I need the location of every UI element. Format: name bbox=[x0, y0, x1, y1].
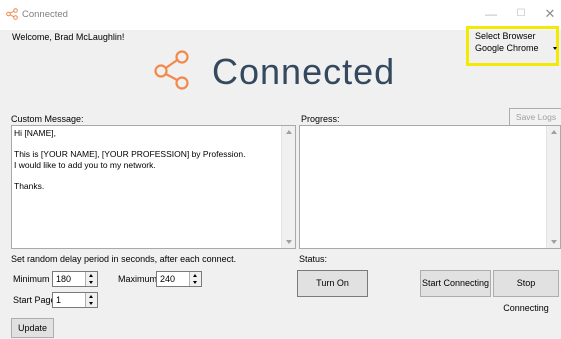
scroll-up-icon[interactable] bbox=[551, 130, 557, 134]
spinner-up-icon[interactable] bbox=[89, 274, 93, 277]
scroll-up-icon[interactable] bbox=[286, 130, 292, 134]
progress-textarea[interactable] bbox=[299, 125, 561, 249]
custom-message-textarea[interactable]: Hi [NAME], This is [YOUR NAME], [YOUR PR… bbox=[11, 125, 296, 249]
progress-label: Progress: bbox=[301, 114, 340, 124]
spinner-down-icon[interactable] bbox=[193, 281, 197, 284]
minimize-icon[interactable]: — bbox=[482, 6, 500, 22]
spinner-up-icon[interactable] bbox=[193, 274, 197, 277]
delay-label: Set random delay period in seconds, afte… bbox=[11, 254, 237, 264]
custom-message-text[interactable]: Hi [NAME], This is [YOUR NAME], [YOUR PR… bbox=[14, 128, 245, 191]
logo-text: Connected bbox=[212, 51, 396, 92]
maximum-spinner-buttons[interactable] bbox=[189, 272, 201, 286]
welcome-text: Welcome, Brad McLaughlin! bbox=[12, 32, 125, 42]
start-page-label: Start Page bbox=[13, 295, 56, 305]
stop-connecting-button[interactable]: Stop Connecting bbox=[493, 270, 559, 313]
close-icon[interactable]: ✕ bbox=[541, 6, 559, 22]
minimum-spinner-buttons[interactable] bbox=[85, 272, 97, 286]
maximize-icon[interactable]: ☐ bbox=[512, 6, 530, 22]
start-page-spinner-buttons[interactable] bbox=[85, 293, 97, 307]
custom-message-label: Custom Message: bbox=[11, 114, 84, 124]
minimum-value[interactable]: 180 bbox=[56, 274, 71, 284]
minimum-spinner[interactable]: 180 bbox=[52, 271, 98, 287]
maximum-label: Maximum bbox=[118, 274, 158, 284]
share-icon bbox=[154, 50, 189, 90]
browser-label: Select Browser bbox=[475, 31, 536, 41]
spinner-down-icon[interactable] bbox=[89, 302, 93, 305]
spinner-up-icon[interactable] bbox=[89, 295, 93, 298]
browser-select[interactable]: Google Chrome bbox=[475, 43, 539, 53]
spinner-down-icon[interactable] bbox=[89, 281, 93, 284]
start-page-value[interactable]: 1 bbox=[56, 295, 61, 305]
chevron-down-icon[interactable] bbox=[553, 47, 557, 50]
minimum-label: Minimum bbox=[13, 274, 50, 284]
maximum-spinner[interactable]: 240 bbox=[156, 271, 202, 287]
scroll-down-icon[interactable] bbox=[551, 240, 557, 244]
start-connecting-button[interactable]: Start Connecting bbox=[420, 270, 491, 297]
start-page-spinner[interactable]: 1 bbox=[52, 292, 98, 308]
app-share-icon bbox=[6, 8, 18, 20]
status-label: Status: bbox=[299, 254, 328, 264]
maximum-value[interactable]: 240 bbox=[160, 274, 175, 284]
progress-scrollbar[interactable] bbox=[546, 126, 560, 248]
window-title: Connected bbox=[22, 9, 68, 20]
update-button[interactable]: Update bbox=[11, 318, 54, 338]
scroll-down-icon[interactable] bbox=[286, 240, 292, 244]
message-scrollbar[interactable] bbox=[281, 126, 295, 248]
turn-on-button[interactable]: Turn On bbox=[297, 270, 368, 297]
